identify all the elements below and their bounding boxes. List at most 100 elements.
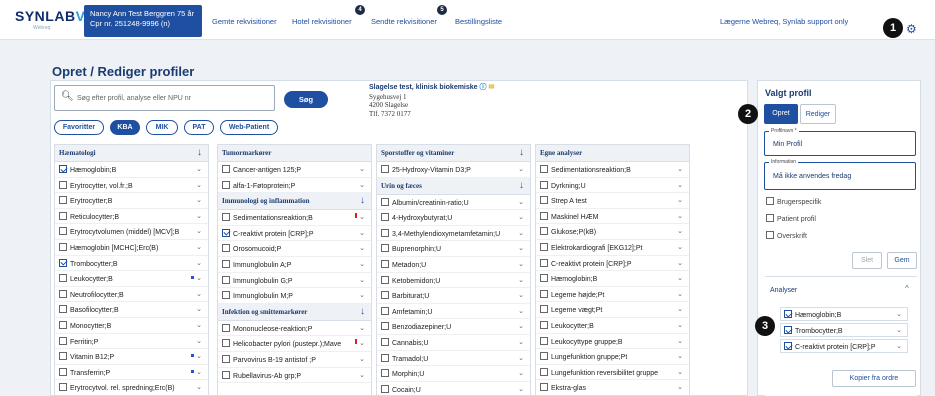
- checkbox[interactable]: [59, 336, 67, 345]
- chevron-down-icon[interactable]: ⌄: [677, 212, 683, 220]
- analysis-item[interactable]: Rubellavirus-Ab grp;P ⌄: [218, 368, 371, 384]
- chevron-down-icon[interactable]: ⌄: [359, 229, 365, 237]
- checkbox[interactable]: [381, 165, 389, 173]
- checkbox[interactable]: [381, 384, 389, 393]
- section-header[interactable]: Egne analyser: [536, 145, 689, 162]
- sort-arrow-icon[interactable]: ↓: [519, 180, 524, 191]
- filter-kba[interactable]: KBA: [110, 120, 140, 135]
- option-overskrift[interactable]: Overskrift: [766, 231, 807, 240]
- section-header[interactable]: Tumormarkører: [218, 145, 371, 162]
- option-brugerspecifik[interactable]: Brugerspecifik: [766, 197, 821, 206]
- checkbox[interactable]: [540, 336, 548, 345]
- chevron-down-icon[interactable]: ⌄: [518, 165, 524, 173]
- chevron-down-icon[interactable]: ⌄: [196, 274, 202, 282]
- sort-arrow-icon[interactable]: ↓: [360, 195, 365, 206]
- info-icon[interactable]: ⓘ: [480, 84, 487, 91]
- chevron-down-icon[interactable]: ⌄: [677, 290, 683, 298]
- analysis-item[interactable]: Buprenorphin;U ⌄: [377, 241, 530, 257]
- chevron-down-icon[interactable]: ⌄: [359, 244, 365, 252]
- chevron-down-icon[interactable]: ⌄: [896, 342, 902, 350]
- chevron-down-icon[interactable]: ⌄: [196, 290, 202, 298]
- analysis-item[interactable]: Neutrofilocytter;B ⌄: [55, 287, 208, 303]
- checkbox[interactable]: [381, 275, 389, 284]
- checkbox-checked[interactable]: [784, 310, 792, 318]
- analysis-item[interactable]: Strep A test ⌄: [536, 193, 689, 209]
- analysis-item[interactable]: Erytrocytter;B ⌄: [55, 193, 208, 209]
- analysis-item[interactable]: Ferritin;P ⌄: [55, 334, 208, 350]
- chevron-down-icon[interactable]: ⌄: [359, 165, 365, 173]
- checkbox[interactable]: [381, 369, 389, 378]
- chevron-down-icon[interactable]: ⌄: [677, 368, 683, 376]
- analysis-item[interactable]: Erytrocytter, vol.fr.;B ⌄: [55, 178, 208, 194]
- chevron-down-icon[interactable]: ⌄: [359, 324, 365, 332]
- patient-card[interactable]: Nancy Ann Test Berggren 75 år Cpr nr. 25…: [84, 5, 202, 37]
- checkbox[interactable]: [381, 322, 389, 331]
- chevron-down-icon[interactable]: ⌄: [518, 229, 524, 237]
- checkbox[interactable]: [59, 211, 67, 220]
- analysis-item[interactable]: Trombocytter;B ⌄: [55, 256, 208, 272]
- analysis-item[interactable]: Mononucleose-reaktion;P ⌄: [218, 321, 371, 337]
- chevron-down-icon[interactable]: ⌄: [196, 352, 202, 360]
- checkbox-checked[interactable]: [59, 165, 67, 173]
- nav-link-2[interactable]: Hotel rekvisitioner: [292, 17, 352, 26]
- chevron-down-icon[interactable]: ⌄: [677, 196, 683, 204]
- analysis-item[interactable]: Sedimentationsreaktion;B ⌄: [536, 162, 689, 178]
- checkbox[interactable]: [540, 165, 548, 173]
- tab-rediger[interactable]: Rediger: [800, 104, 836, 124]
- tab-opret[interactable]: Opret: [764, 104, 798, 124]
- chevron-down-icon[interactable]: ⌄: [196, 181, 202, 189]
- checkbox[interactable]: [540, 180, 548, 189]
- nav-link-3[interactable]: Sendte rekvisitioner: [371, 17, 437, 26]
- checkbox[interactable]: [540, 352, 548, 361]
- chevron-down-icon[interactable]: ⌄: [359, 371, 365, 379]
- analysis-item[interactable]: Tramadol;U ⌄: [377, 351, 530, 367]
- chevron-down-icon[interactable]: ⌄: [677, 352, 683, 360]
- checkbox[interactable]: [540, 305, 548, 314]
- analysis-item[interactable]: Lungefunktion gruppe;Pt ⌄: [536, 349, 689, 365]
- checkbox[interactable]: [59, 227, 67, 236]
- chevron-down-icon[interactable]: ⌄: [359, 181, 365, 189]
- checkbox[interactable]: [381, 337, 389, 346]
- chevron-down-icon[interactable]: ⌄: [196, 368, 202, 376]
- analysis-item[interactable]: Amfetamin;U ⌄: [377, 304, 530, 320]
- support-link[interactable]: Lægerne Webreq, Synlab support only: [720, 17, 848, 26]
- chevron-down-icon[interactable]: ⌄: [518, 322, 524, 330]
- checkbox[interactable]: [222, 323, 230, 332]
- filter-pat[interactable]: PAT: [184, 120, 214, 135]
- checkbox[interactable]: [540, 274, 548, 283]
- analysis-item[interactable]: Metadon;U ⌄: [377, 257, 530, 273]
- chevron-down-icon[interactable]: ⌄: [359, 291, 365, 299]
- filter-web-patient[interactable]: Web-Patient: [220, 120, 278, 135]
- checkbox[interactable]: [222, 244, 230, 253]
- checkbox[interactable]: [381, 291, 389, 300]
- chevron-down-icon[interactable]: ⌄: [677, 259, 683, 267]
- chevron-down-icon[interactable]: ⌄: [677, 337, 683, 345]
- chevron-down-icon[interactable]: ⌄: [518, 307, 524, 315]
- chevron-down-icon[interactable]: ⌄: [196, 227, 202, 235]
- gear-icon[interactable]: ⚙: [906, 23, 917, 35]
- checkbox[interactable]: [540, 320, 548, 329]
- analysis-item[interactable]: Parvovirus B-19 antistof ;P ⌄: [218, 352, 371, 368]
- mail-icon[interactable]: ✉: [488, 84, 494, 91]
- checkbox[interactable]: [59, 383, 67, 392]
- chevron-down-icon[interactable]: ⌄: [196, 305, 202, 313]
- checkbox[interactable]: [222, 291, 230, 300]
- delete-button[interactable]: Slet: [852, 252, 882, 269]
- checkbox[interactable]: [381, 213, 389, 222]
- chevron-down-icon[interactable]: ⌄: [677, 165, 683, 173]
- analysis-item[interactable]: Erytrocytvol. rel. spredning;Erc(B) ⌄: [55, 380, 208, 395]
- chevron-down-icon[interactable]: ⌄: [518, 369, 524, 377]
- checkbox[interactable]: [381, 197, 389, 206]
- nav-link-4[interactable]: Bestillingsliste: [455, 17, 502, 26]
- analysis-item[interactable]: Hæmoglobin;B ⌄: [536, 271, 689, 287]
- analysis-item[interactable]: Leukocytter;B ⌄: [55, 271, 208, 287]
- analysis-item[interactable]: Cannabis;U ⌄: [377, 335, 530, 351]
- checkbox[interactable]: [222, 180, 230, 189]
- chevron-down-icon[interactable]: ⌄: [359, 339, 365, 347]
- analysis-item[interactable]: Orosomucoid;P ⌄: [218, 241, 371, 257]
- analysis-item[interactable]: Benzodiazepiner;U ⌄: [377, 319, 530, 335]
- section-header[interactable]: Hæmatologi ↓: [55, 145, 208, 162]
- analysis-item[interactable]: Immunglobulin G;P ⌄: [218, 273, 371, 289]
- option-patient-profil[interactable]: Patient profil: [766, 214, 816, 223]
- information-field[interactable]: Information Må ikke anvendes fredag: [764, 159, 916, 190]
